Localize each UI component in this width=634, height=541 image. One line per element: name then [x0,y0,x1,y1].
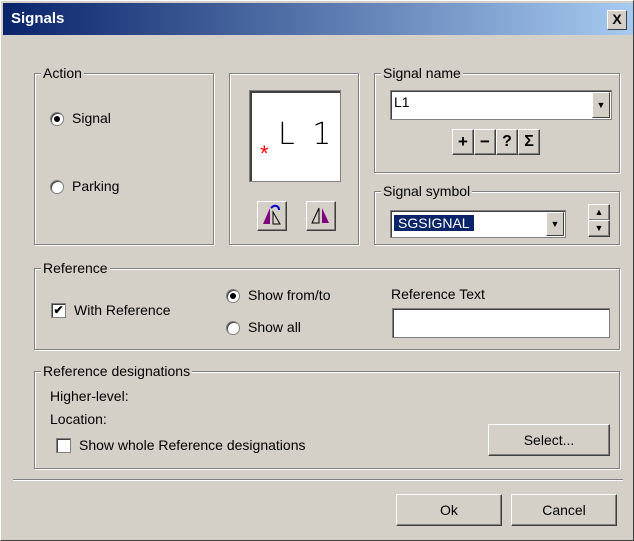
show-whole-checkbox[interactable] [56,438,71,453]
ok-button[interactable]: Ok [396,494,502,526]
parking-radio-label[interactable]: Parking [72,178,119,194]
higher-level-label: Higher-level: [50,388,129,404]
remove-name-button[interactable]: − [474,129,496,155]
preview-marker: * [260,141,269,166]
reference-text-input[interactable] [392,308,610,338]
signal-name-value: L1 [394,94,410,110]
mirror-symbol-button[interactable] [306,201,336,231]
show-all-radio[interactable] [226,321,240,335]
reference-designations-legend: Reference designations [41,363,193,379]
preview-text: L 1 [278,117,336,152]
rotate-symbol-button[interactable] [257,201,287,231]
show-whole-label[interactable]: Show whole Reference designations [79,437,305,453]
signal-radio-label[interactable]: Signal [72,110,111,126]
signal-symbol-legend: Signal symbol [381,183,473,199]
rotate-mirror-icon [263,204,281,225]
window-title: Signals [11,10,65,27]
cancel-button[interactable]: Cancel [511,494,617,526]
show-all-label[interactable]: Show all [248,319,301,335]
action-group: Action [34,65,214,245]
reference-text-label: Reference Text [391,286,485,302]
signal-name-dropdown-button[interactable]: ▼ [592,92,610,118]
signal-name-legend: Signal name [381,65,463,81]
location-label: Location: [50,411,107,427]
signal-name-group: Signal name [374,65,620,173]
mirror-icon [311,207,329,224]
show-from-to-label[interactable]: Show from/to [248,287,330,303]
signal-symbol-dropdown-button[interactable]: ▼ [546,212,564,236]
select-button[interactable]: Select... [488,424,610,456]
signal-name-combo[interactable]: L1 ▼ [390,90,612,120]
with-reference-checkbox[interactable]: ✔ [51,303,66,318]
symbol-preview: * L 1 [249,90,341,182]
with-reference-label[interactable]: With Reference [74,302,170,318]
sum-name-button[interactable]: Σ [518,129,540,155]
footer-divider [13,479,623,481]
symbol-down-button[interactable]: ▼ [588,220,610,237]
symbol-up-button[interactable]: ▲ [588,204,610,221]
reference-legend: Reference [41,260,110,276]
parking-radio[interactable] [50,180,64,194]
close-button[interactable]: X [607,10,627,30]
signal-symbol-combo[interactable]: SGSIGNAL ▼ [390,210,566,238]
help-name-button[interactable]: ? [496,129,518,155]
signal-symbol-value: SGSIGNAL [393,214,475,232]
title-bar: Signals X [3,3,633,35]
add-name-button[interactable]: + [452,129,474,155]
signal-radio[interactable] [50,112,64,126]
action-legend: Action [41,65,84,81]
show-from-to-radio[interactable] [226,289,240,303]
signals-dialog: Signals X Action Signal Parking * L 1 Si… [0,0,634,541]
